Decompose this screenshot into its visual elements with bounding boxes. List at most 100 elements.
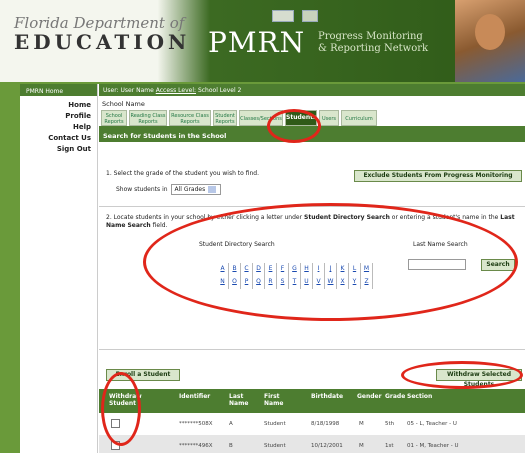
cell-identifier: *******496X — [179, 443, 213, 449]
letter-link-w[interactable]: W — [325, 276, 337, 289]
withdraw-checkbox[interactable] — [111, 419, 120, 428]
letter-link-r[interactable]: R — [265, 276, 277, 289]
col-grade: Grade — [385, 393, 406, 400]
col-first-name: First Name — [264, 393, 284, 407]
pmrn-subtitle-line1: Progress Monitoring — [318, 31, 423, 42]
letter-link-b[interactable]: B — [229, 263, 241, 276]
cell-grade: 1st — [385, 443, 394, 449]
tab-student-reports[interactable]: Student Reports — [213, 110, 237, 126]
tab-students[interactable]: Students — [285, 110, 317, 126]
cell-first-name: Student — [264, 421, 286, 427]
cell-gender: M — [359, 421, 364, 427]
cell-birthdate: 10/12/2001 — [311, 443, 343, 449]
tab-curriculum[interactable]: Curriculum — [341, 110, 377, 126]
main-content: User: User Name Access Level: School Lev… — [99, 84, 525, 453]
letter-link-j[interactable]: J — [325, 263, 337, 276]
step2-text-3: field. — [150, 222, 168, 229]
letter-link-t[interactable]: T — [289, 276, 301, 289]
letter-link-z[interactable]: Z — [361, 276, 373, 289]
section-title: Search for Students in the School — [99, 128, 525, 142]
sidebar: PMRN Home Home Profile Help Contact Us S… — [20, 84, 98, 453]
letter-link-f[interactable]: F — [277, 263, 289, 276]
letter-link-n[interactable]: N — [217, 276, 229, 289]
access-level-link[interactable]: Access Level: — [156, 87, 196, 94]
sidebar-link-home[interactable]: Home — [20, 100, 97, 111]
user-name: User: User Name — [103, 87, 154, 94]
letter-link-k[interactable]: K — [337, 263, 349, 276]
withdraw-checkbox[interactable] — [111, 441, 120, 450]
user-bar: User: User Name Access Level: School Lev… — [99, 84, 525, 96]
tab-label-2: Reports — [215, 119, 235, 125]
letter-link-x[interactable]: X — [337, 276, 349, 289]
divider — [99, 206, 525, 207]
letter-link-o[interactable]: O — [229, 276, 241, 289]
last-name-search-label: Last Name Search — [413, 241, 468, 248]
letter-link-p[interactable]: P — [241, 276, 253, 289]
letter-link-s[interactable]: S — [277, 276, 289, 289]
letter-link-h[interactable]: H — [301, 263, 313, 276]
grade-select[interactable]: All Grades — [171, 184, 222, 195]
partner-logo-icon — [272, 10, 294, 22]
chevron-down-icon — [208, 186, 217, 193]
col-section: Section — [407, 393, 433, 400]
tab-school-reports[interactable]: School Reports — [101, 110, 127, 126]
search-button[interactable]: Search — [481, 259, 515, 271]
tab-bar: School Reports Reading Class Reports Resou… — [99, 110, 525, 128]
exclude-students-button[interactable]: Exclude Students From Progress Monitorin… — [354, 170, 522, 182]
tab-users[interactable]: Users — [319, 110, 339, 126]
show-students-label: Show students in — [116, 186, 168, 193]
sidebar-title: PMRN Home — [20, 84, 97, 96]
tab-reading-class-reports[interactable]: Reading Class Reports — [129, 110, 167, 126]
site-header: Florida Department of EDUCATION PMRN Pro… — [0, 0, 525, 82]
cell-birthdate: 8/18/1998 — [311, 421, 340, 427]
enroll-student-button[interactable]: Enroll a Student — [106, 369, 180, 381]
tab-label-2: Reports — [104, 119, 124, 125]
letter-link-v[interactable]: V — [313, 276, 325, 289]
cell-section: 05 - L, Teacher - U — [407, 421, 457, 427]
tab-resource-class-reports[interactable]: Resource Class Reports — [169, 110, 211, 126]
step2-instruction: 2. Locate students in your school by eit… — [106, 214, 522, 230]
letter-link-m[interactable]: M — [361, 263, 373, 276]
table-row: *******496X B Student 10/12/2001 M 1st 0… — [99, 435, 525, 453]
letter-link-q[interactable]: Q — [253, 276, 265, 289]
letter-link-y[interactable]: Y — [349, 276, 361, 289]
letter-directory: ABCDEFGHIJKLM NOPQRSTUVWXYZ — [217, 263, 373, 289]
tab-label: Users — [321, 116, 336, 122]
step2-text-2: or entering a student's name in the — [389, 214, 501, 221]
pmrn-subtitle: Progress Monitoring & Reporting Network — [318, 31, 428, 55]
pmrn-subtitle-line2: & Reporting Network — [318, 43, 429, 54]
grade-select-value: All Grades — [174, 186, 206, 193]
student-directory-search-label: Student Directory Search — [199, 241, 275, 248]
sidebar-link-contact[interactable]: Contact Us — [20, 133, 97, 144]
letter-link-e[interactable]: E — [265, 263, 277, 276]
tab-classes-sections[interactable]: Classes/Sections — [239, 110, 283, 126]
letter-link-c[interactable]: C — [241, 263, 253, 276]
letter-link-i[interactable]: I — [313, 263, 325, 276]
sidebar-link-profile[interactable]: Profile — [20, 111, 97, 122]
tab-label: Curriculum — [345, 116, 373, 122]
pmrn-logo[interactable]: PMRN — [208, 26, 305, 59]
letter-link-g[interactable]: G — [289, 263, 301, 276]
partner-logo-icon-2 — [302, 10, 318, 22]
cell-grade: 5th — [385, 421, 395, 427]
tab-label-2: Reports — [180, 119, 200, 125]
withdraw-selected-button[interactable]: Withdraw Selected Students — [436, 369, 522, 388]
cell-identifier: *******508X — [179, 421, 213, 427]
sidebar-link-help[interactable]: Help — [20, 122, 97, 133]
cell-section: 01 - M, Teacher - U — [407, 443, 459, 449]
students-table: Withdraw Student Identifier Last Name Fi… — [99, 389, 525, 453]
letter-link-d[interactable]: D — [253, 263, 265, 276]
table-header: Withdraw Student Identifier Last Name Fi… — [99, 389, 525, 413]
letter-link-a[interactable]: A — [217, 263, 229, 276]
letter-link-u[interactable]: U — [301, 276, 313, 289]
divider-2 — [99, 349, 525, 350]
letter-link-l[interactable]: L — [349, 263, 361, 276]
col-gender: Gender — [357, 393, 382, 400]
step2-bold-sds: Student Directory Search — [304, 214, 390, 221]
sidebar-link-signout[interactable]: Sign Out — [20, 144, 97, 155]
florida-doe-logo[interactable]: Florida Department of EDUCATION — [14, 14, 190, 54]
content-frame: PMRN Home Home Profile Help Contact Us S… — [20, 84, 525, 453]
last-name-input[interactable] — [408, 259, 466, 270]
grade-filter-row: Show students in All Grades — [116, 184, 222, 195]
cell-last-name: B — [229, 443, 233, 449]
